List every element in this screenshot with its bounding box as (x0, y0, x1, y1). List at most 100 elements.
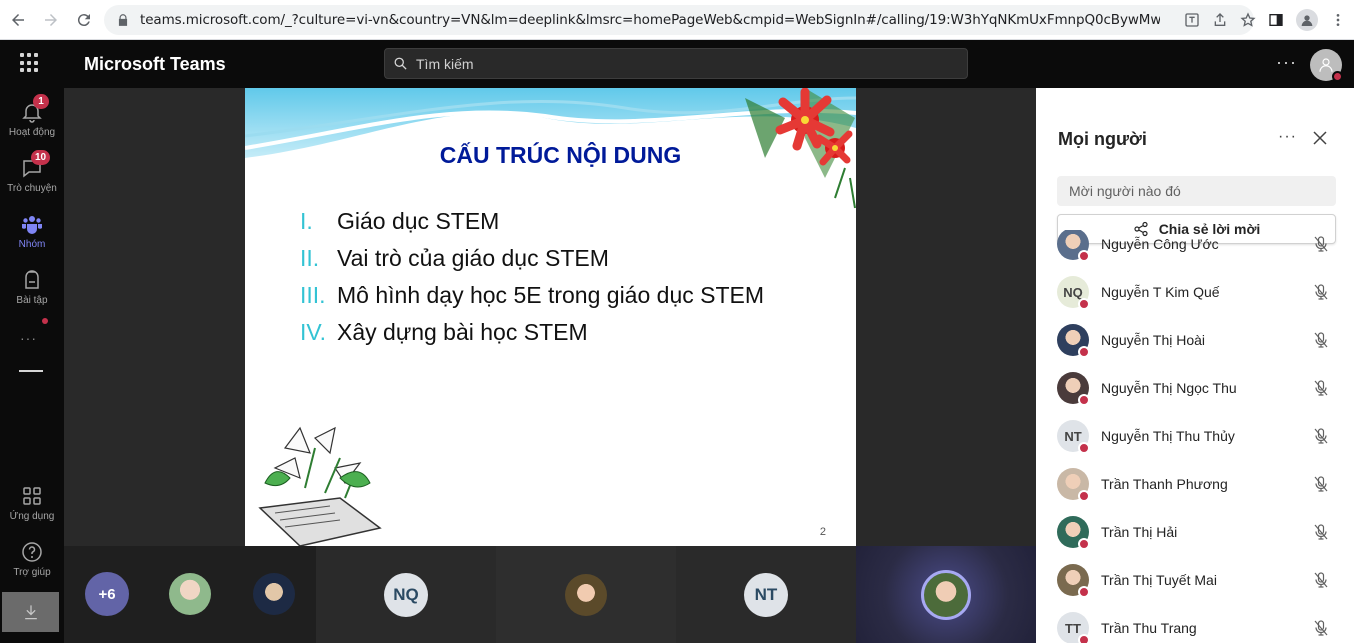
rail-label: Ứng dụng (9, 511, 55, 522)
participant-row[interactable]: NQ Nguyễn T Kim Quế (1036, 268, 1354, 316)
slide-outline: I. Giáo dục STEM II. Vai trò của giáo dụ… (300, 208, 764, 356)
participant-name: Nguyễn T Kim Quế (1101, 284, 1220, 300)
avatar: NQ (384, 572, 428, 617)
list-numeral: I. (300, 208, 313, 234)
participant-row[interactable]: TT Trần Thu Trang (1036, 604, 1354, 643)
rail-item-chat[interactable]: 10 Trò chuyện (0, 150, 64, 194)
rail-divider (19, 370, 43, 372)
status-badge (1078, 346, 1090, 358)
rail-label: Bài tập (16, 295, 48, 306)
status-badge (1078, 586, 1090, 598)
help-icon (20, 540, 44, 564)
back-button[interactable] (3, 5, 33, 35)
notification-dot (42, 318, 48, 324)
address-bar[interactable]: teams.microsoft.com/_?culture=vi-vn&coun… (104, 5, 1254, 35)
participant-tile[interactable]: NQ (316, 546, 496, 643)
participant-row[interactable]: Nguyễn Thị Hoài (1036, 316, 1354, 364)
avatar[interactable] (169, 573, 211, 615)
kebab-menu-icon[interactable] (1330, 12, 1346, 28)
participant-tile[interactable] (496, 546, 676, 643)
rail-label: Trò chuyện (7, 183, 57, 194)
mic-off-icon (1312, 619, 1330, 637)
mic-off-icon (1312, 235, 1330, 253)
browser-toolbar: teams.microsoft.com/_?culture=vi-vn&coun… (0, 0, 1354, 40)
forward-button[interactable] (36, 5, 66, 35)
rail-item-help[interactable]: Trợ giúp (0, 540, 64, 578)
participant-row[interactable]: Trần Thanh Phương (1036, 460, 1354, 508)
list-text: Xây dựng bài học STEM (337, 319, 588, 345)
reload-icon (77, 13, 90, 26)
avatar (921, 569, 971, 620)
participant-tile-group: +6 (64, 546, 316, 643)
participant-name: Nguyễn Công Ước (1101, 236, 1219, 252)
panel-more-button[interactable]: ··· (1278, 128, 1297, 146)
apps-icon (20, 484, 44, 508)
status-badge (1078, 250, 1090, 262)
participant-tile[interactable]: NT (676, 546, 856, 643)
chat-icon: 10 (20, 150, 51, 180)
slide-list-item: IV. Xây dựng bài học STEM (300, 319, 764, 356)
mic-off-icon (1312, 427, 1330, 445)
avatar: NT (744, 572, 788, 617)
rail-item-teams[interactable]: Nhóm (0, 212, 64, 250)
rail-item-apps[interactable]: Ứng dụng (0, 484, 64, 522)
status-badge (1078, 442, 1090, 454)
rail-item-activity[interactable]: 1 Hoạt động (0, 94, 64, 138)
status-badge (1078, 394, 1090, 406)
participant-row[interactable]: Trần Thị Tuyết Mai (1036, 556, 1354, 604)
settings-more-button[interactable]: ··· (1276, 52, 1297, 73)
app-title: Microsoft Teams (84, 54, 226, 74)
url-text: teams.microsoft.com/_?culture=vi-vn&coun… (140, 12, 1160, 28)
overflow-participants-button[interactable]: +6 (85, 572, 129, 616)
activity-badge: 1 (33, 94, 49, 109)
download-icon (24, 605, 37, 620)
mic-off-icon (1312, 523, 1330, 541)
invite-input[interactable] (1057, 176, 1336, 206)
sidebar-icon[interactable] (1268, 12, 1284, 28)
participant-row[interactable]: Nguyễn Công Ước (1036, 230, 1354, 268)
participant-name: Trần Thị Tuyết Mai (1101, 572, 1217, 588)
teams-icon (20, 212, 44, 236)
status-badge (1078, 538, 1090, 550)
list-numeral: IV. (300, 319, 327, 345)
reload-button[interactable] (69, 5, 99, 35)
list-text: Vai trò của giáo dục STEM (337, 245, 609, 271)
app-rail: 1 Hoạt động 10 Trò chuyện Nhóm Bài tập ·… (0, 88, 64, 643)
mic-off-icon (1312, 379, 1330, 397)
profile-icon[interactable] (1296, 9, 1318, 31)
rail-item-assignments[interactable]: Bài tập (0, 268, 64, 306)
participant-row[interactable]: NT Nguyễn Thị Thu Thủy (1036, 412, 1354, 460)
participant-row[interactable]: Nguyễn Thị Ngọc Thu (1036, 364, 1354, 412)
slide-title: CẤU TRÚC NỘI DUNG (439, 142, 682, 168)
participant-name: Trần Thanh Phương (1101, 476, 1228, 492)
lily-book-icon (258, 426, 382, 546)
star-icon[interactable] (1240, 12, 1256, 28)
slide-page-number: 2 (819, 526, 826, 538)
close-icon[interactable] (1312, 130, 1328, 146)
participant-name: Trần Thu Trang (1101, 620, 1197, 636)
meeting-stage: CẤU TRÚC NỘI DUNG I. Giáo dục STEM II. V… (64, 88, 1036, 546)
search-input[interactable]: Tìm kiếm (384, 48, 968, 79)
app-launcher-icon[interactable] (20, 53, 40, 73)
participant-name: Nguyễn Thị Hoài (1101, 332, 1206, 348)
mic-off-icon (1312, 475, 1330, 493)
mic-off-icon (1312, 331, 1330, 349)
lock-icon (118, 14, 128, 26)
translate-icon[interactable] (1184, 12, 1200, 28)
browser-actions (1184, 5, 1346, 35)
list-numeral: II. (300, 245, 320, 271)
participant-row[interactable]: Trần Thị Hải (1036, 508, 1354, 556)
participant-tile-speaking[interactable] (856, 546, 1036, 643)
bell-icon: 1 (20, 94, 49, 124)
teams-header: Microsoft Teams Tìm kiếm ··· (0, 40, 1354, 88)
participant-list: Nguyễn Công Ước NQ Nguyễn T Kim Quế Nguyễn … (1036, 230, 1354, 643)
more-apps-button[interactable]: ··· (20, 330, 37, 346)
search-placeholder: Tìm kiếm (416, 55, 474, 72)
user-avatar[interactable] (1310, 49, 1343, 82)
slide-list-item: II. Vai trò của giáo dục STEM (300, 245, 764, 282)
avatar (565, 573, 607, 616)
share-icon[interactable] (1212, 12, 1228, 28)
avatar[interactable] (253, 573, 295, 615)
download-button[interactable] (2, 592, 59, 632)
list-numeral: III. (300, 282, 326, 308)
